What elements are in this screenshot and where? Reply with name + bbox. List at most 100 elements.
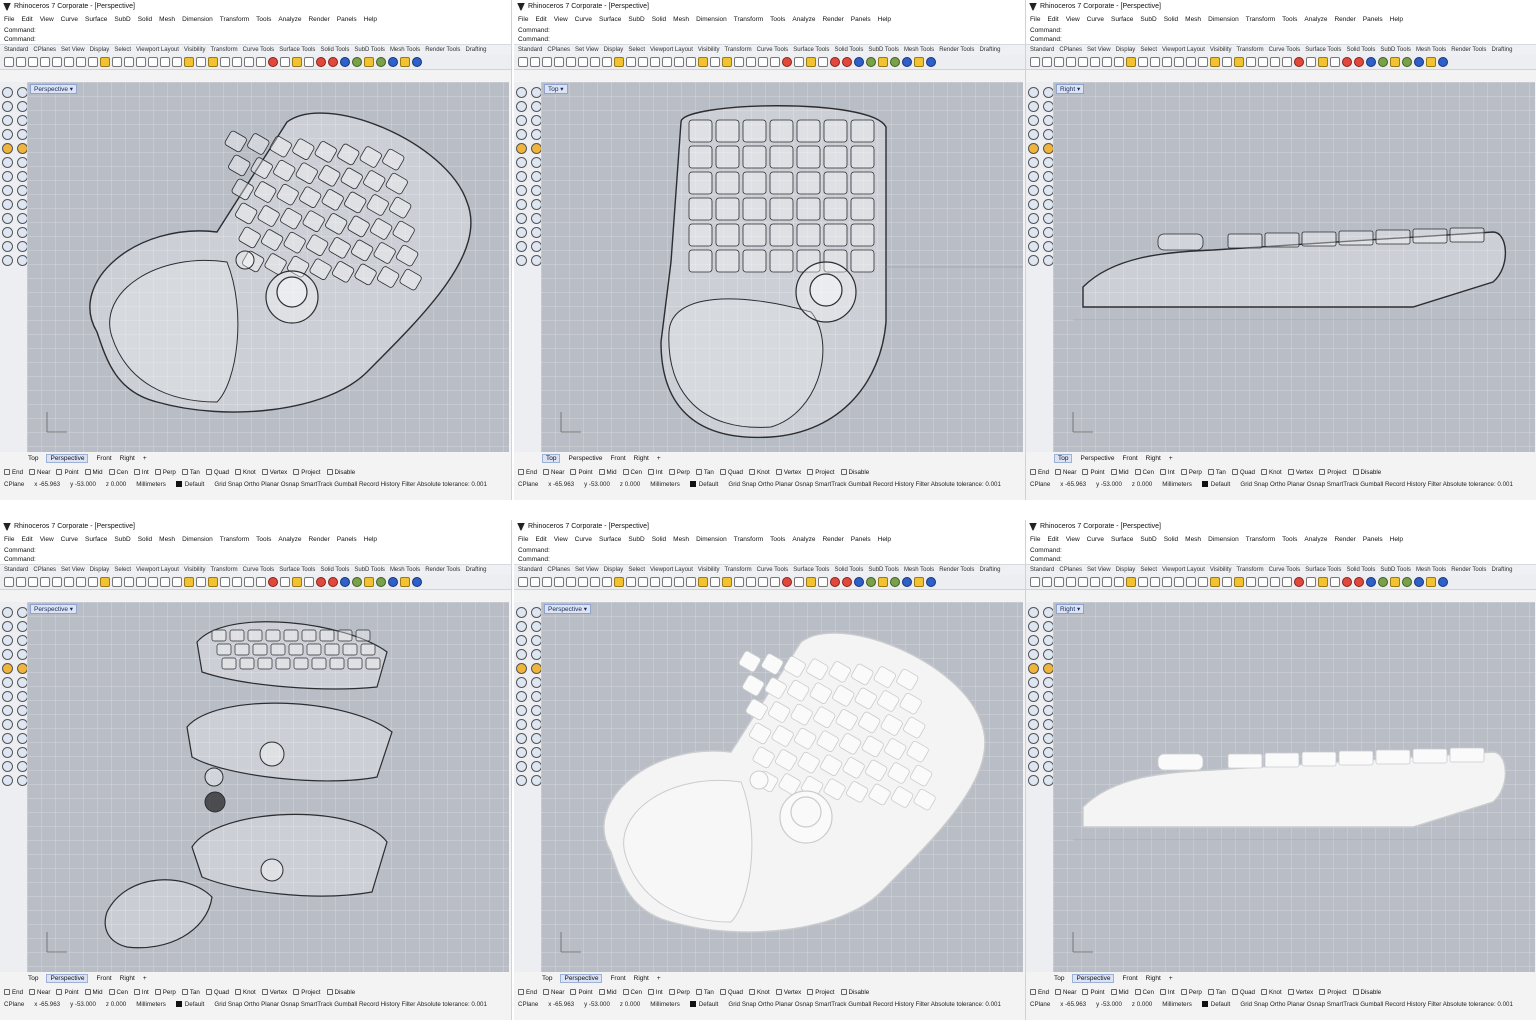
toolbar-tab-select[interactable]: Select [628, 47, 645, 53]
osnap-knot[interactable]: Knot [1260, 469, 1282, 476]
command-prompt[interactable]: Command: [1026, 555, 1536, 565]
side-tool-icon[interactable] [516, 143, 527, 154]
add-viewport-tab-icon[interactable]: + [1169, 975, 1173, 982]
menu-edit[interactable]: Edit [1047, 16, 1058, 23]
toolbar-tab-cplanes[interactable]: CPlanes [1059, 47, 1082, 53]
toolbar-tab-render-tools[interactable]: Render Tools [939, 47, 974, 53]
tool-button-icon[interactable] [232, 57, 242, 67]
checkbox-icon[interactable] [622, 988, 629, 995]
tool-button-icon[interactable] [530, 577, 540, 587]
toolbar-tab-select[interactable]: Select [1140, 47, 1157, 53]
viewport-label[interactable]: Perspective ▾ [30, 604, 78, 614]
toolbar-tab-drafting[interactable]: Drafting [979, 47, 1000, 53]
tool-button-icon[interactable] [782, 57, 792, 67]
menu-panels[interactable]: Panels [337, 16, 357, 23]
tool-button-icon[interactable] [890, 57, 900, 67]
toolbar-tab-transform[interactable]: Transform [724, 47, 751, 53]
menu-analyze[interactable]: Analyze [1304, 536, 1327, 543]
units-label[interactable]: Millimeters [650, 481, 680, 488]
toolbar-tab-viewport-layout[interactable]: Viewport Layout [650, 47, 693, 53]
tool-button-icon[interactable] [316, 577, 326, 587]
tool-button-icon[interactable] [376, 577, 386, 587]
checkbox-icon[interactable] [807, 988, 814, 995]
units-label[interactable]: Millimeters [136, 1001, 166, 1008]
osnap-near[interactable]: Near [29, 469, 50, 476]
menu-panels[interactable]: Panels [337, 536, 357, 543]
side-tool-icon[interactable] [516, 241, 527, 252]
toolbar-tab-curve-tools[interactable]: Curve Tools [757, 567, 789, 573]
toolbar-tab-set-view[interactable]: Set View [575, 567, 599, 573]
side-tool-icon[interactable] [2, 115, 13, 126]
viewport-tab-front[interactable]: Front [610, 975, 625, 982]
toolbar-tab-subd-tools[interactable]: SubD Tools [868, 567, 899, 573]
tool-button-icon[interactable] [1306, 577, 1316, 587]
side-tool-icon[interactable] [2, 87, 13, 98]
menu-render[interactable]: Render [822, 16, 843, 23]
osnap-int[interactable]: Int [133, 469, 149, 476]
tool-button-icon[interactable] [364, 57, 374, 67]
tool-button-icon[interactable] [1318, 577, 1328, 587]
checkbox-icon[interactable] [1082, 468, 1089, 475]
tool-button-icon[interactable] [1138, 577, 1148, 587]
viewport-label[interactable]: Right ▾ [1056, 84, 1085, 94]
side-tool-icon[interactable] [2, 663, 13, 674]
menu-analyze[interactable]: Analyze [792, 536, 815, 543]
osnap-perp[interactable]: Perp [1180, 469, 1202, 476]
tool-button-icon[interactable] [650, 57, 660, 67]
side-tool-icon[interactable] [1028, 607, 1039, 618]
side-tool-icon[interactable] [2, 677, 13, 688]
checkbox-icon[interactable] [518, 468, 524, 475]
tool-button-icon[interactable] [292, 577, 302, 587]
tool-button-icon[interactable] [220, 577, 230, 587]
toolbar-tab-transform[interactable]: Transform [210, 567, 237, 573]
add-viewport-tab-icon[interactable]: + [143, 975, 147, 982]
checkbox-icon[interactable] [1319, 988, 1326, 995]
viewport-label[interactable]: Perspective ▾ [30, 84, 78, 94]
side-tool-icon[interactable] [1028, 677, 1039, 688]
checkbox-icon[interactable] [518, 988, 524, 995]
menu-help[interactable]: Help [1390, 536, 1403, 543]
tool-button-icon[interactable] [1090, 577, 1100, 587]
toolbar-tab-viewport-layout[interactable]: Viewport Layout [1162, 47, 1205, 53]
tool-button-icon[interactable] [674, 57, 684, 67]
side-tool-icon[interactable] [516, 775, 527, 786]
tool-button-icon[interactable] [280, 57, 290, 67]
viewport-tab-right[interactable]: Right [120, 455, 135, 462]
status-toggles[interactable]: Grid Snap Ortho Planar Osnap SmartTrack … [214, 1001, 486, 1008]
osnap-perp[interactable]: Perp [154, 469, 176, 476]
tool-button-icon[interactable] [28, 577, 38, 587]
tool-button-icon[interactable] [412, 57, 422, 67]
tool-button-icon[interactable] [1402, 577, 1412, 587]
toolbar-tab-surface-tools[interactable]: Surface Tools [793, 47, 829, 53]
toolbar-tab-select[interactable]: Select [1140, 567, 1157, 573]
side-tool-icon[interactable] [2, 775, 13, 786]
tool-button-icon[interactable] [866, 577, 876, 587]
viewport[interactable]: Perspective ▾ [27, 82, 509, 452]
tool-button-icon[interactable] [148, 57, 158, 67]
osnap-point[interactable]: Point [56, 469, 79, 476]
toolbar-tab-viewport-layout[interactable]: Viewport Layout [1162, 567, 1205, 573]
side-tool-icon[interactable] [2, 101, 13, 112]
toolbar-tab-set-view[interactable]: Set View [1087, 567, 1111, 573]
tool-button-icon[interactable] [698, 57, 708, 67]
osnap-tan[interactable]: Tan [1207, 469, 1226, 476]
units-label[interactable]: Millimeters [650, 1001, 680, 1008]
toolbar-tab-mesh-tools[interactable]: Mesh Tools [1416, 47, 1446, 53]
units-label[interactable]: Millimeters [136, 481, 166, 488]
checkbox-icon[interactable] [840, 988, 847, 995]
side-tool-icon[interactable] [1028, 87, 1039, 98]
checkbox-icon[interactable] [1319, 468, 1326, 475]
menu-tools[interactable]: Tools [256, 16, 271, 23]
checkbox-icon[interactable] [1055, 468, 1062, 475]
tool-button-icon[interactable] [1354, 57, 1364, 67]
tool-button-icon[interactable] [1294, 577, 1304, 587]
checkbox-icon[interactable] [84, 468, 91, 475]
viewport-label[interactable]: Perspective ▾ [544, 604, 592, 614]
osnap-disable[interactable]: Disable [1352, 989, 1381, 996]
osnap-perp[interactable]: Perp [668, 469, 690, 476]
tool-button-icon[interactable] [1198, 577, 1208, 587]
checkbox-icon[interactable] [1082, 988, 1089, 995]
side-tool-icon[interactable] [2, 649, 13, 660]
side-tool-icon[interactable] [2, 761, 13, 772]
tool-button-icon[interactable] [376, 57, 386, 67]
